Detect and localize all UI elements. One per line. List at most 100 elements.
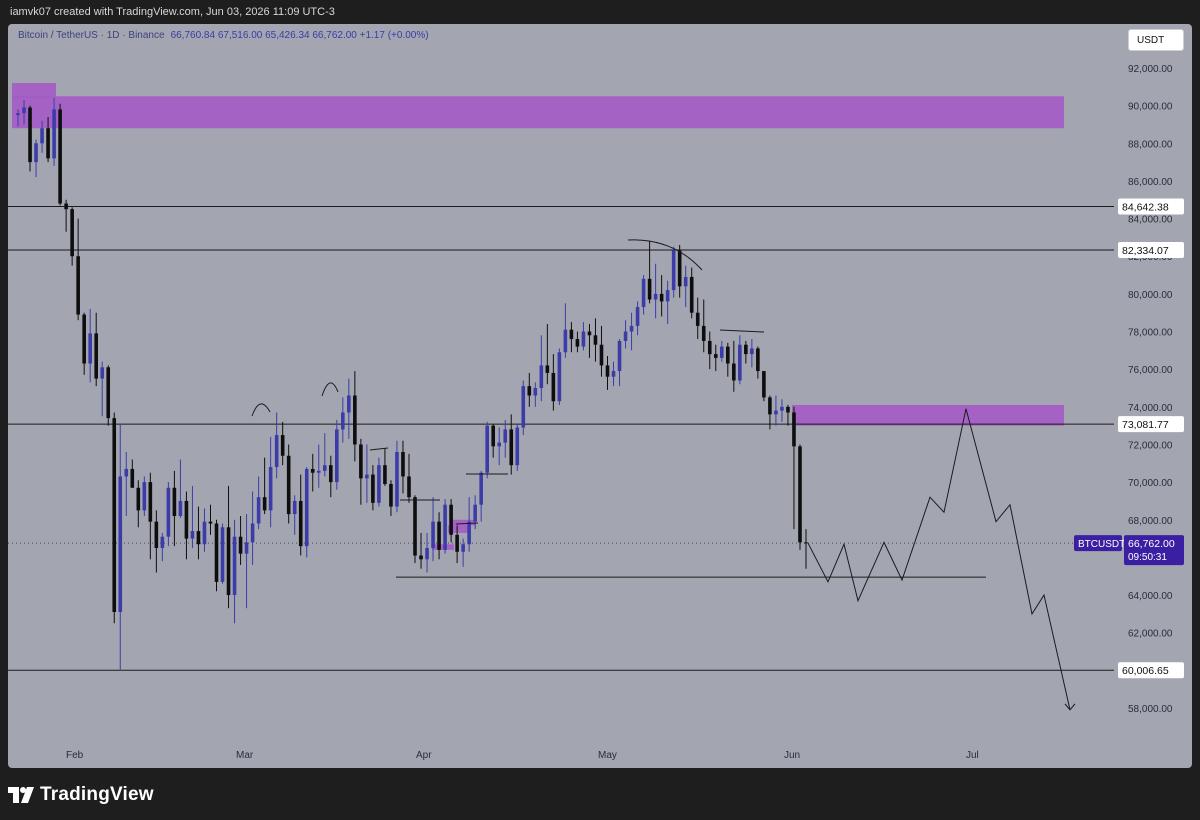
candle-body — [328, 465, 333, 483]
creator-caption: iamvk07 created with TradingView.com, Ju… — [10, 6, 335, 18]
candle-body — [124, 468, 129, 477]
candle-body — [88, 333, 92, 364]
drawn-annotation — [251, 403, 271, 417]
candle-body — [419, 555, 423, 560]
y-tick-label: 78,000.00 — [1128, 328, 1173, 339]
y-tick-label: 64,000.00 — [1128, 591, 1173, 602]
candle-body — [539, 365, 544, 388]
candle-body — [641, 278, 646, 308]
candle-body — [401, 452, 405, 477]
candle-body — [605, 365, 610, 377]
tradingview-logo-icon — [8, 787, 34, 803]
y-tick-label: 58,000.00 — [1128, 704, 1173, 715]
level-price-label: 60,006.65 — [1122, 665, 1169, 677]
candle-body — [347, 395, 351, 413]
x-tick-label: May — [598, 750, 617, 761]
candle-body — [677, 250, 682, 287]
candle-body — [232, 536, 237, 596]
y-tick-label: 86,000.00 — [1128, 177, 1173, 188]
level-price-label: 82,334.07 — [1122, 245, 1169, 257]
candle-body — [220, 527, 225, 582]
candle-body — [756, 348, 760, 372]
candle-body — [383, 465, 387, 484]
candle-body — [431, 521, 435, 548]
candle-body — [208, 521, 213, 524]
candle-body — [792, 412, 796, 447]
candle-body — [689, 276, 694, 313]
tradingview-wordmark: TradingView — [40, 784, 154, 805]
candle-body — [298, 500, 303, 547]
candle-body — [377, 465, 381, 503]
candle-body — [353, 395, 357, 445]
candle-body — [581, 331, 586, 347]
candle-body — [521, 386, 526, 428]
candle-body — [172, 487, 177, 516]
candle-body — [449, 504, 453, 535]
candle-body — [335, 429, 339, 483]
candle-body — [798, 446, 802, 543]
candle-body — [617, 340, 622, 372]
ohlc-values: 66,760.84 67,516.00 65,426.34 66,762.00 … — [170, 30, 429, 41]
level-price-label: 73,081.77 — [1122, 419, 1169, 431]
candle-body — [100, 367, 105, 379]
candle-body — [76, 256, 80, 315]
drawn-annotation — [719, 329, 765, 333]
candle-body — [365, 474, 369, 479]
candle-body — [701, 325, 706, 341]
candle-body — [413, 497, 417, 556]
candle-body — [64, 203, 68, 210]
candle-body — [226, 527, 231, 596]
candle-body — [250, 523, 255, 543]
chart-panel[interactable]: 58,000.0060,000.0062,000.0064,000.0066,0… — [8, 24, 1192, 768]
candle-body — [569, 329, 574, 340]
candle-body — [707, 340, 712, 355]
candle-body — [455, 534, 459, 552]
candle-body — [575, 339, 580, 347]
candle-body — [671, 250, 676, 291]
supply-demand-zone — [450, 519, 476, 526]
candle-body — [461, 544, 465, 552]
candle-body — [359, 444, 363, 479]
candle-body — [202, 521, 207, 545]
candle-body — [786, 406, 790, 413]
supply-demand-zone — [12, 83, 56, 99]
currency-button[interactable]: USDT — [1128, 29, 1184, 51]
candle-body — [322, 465, 327, 471]
symbol-legend: Bitcoin / TetherUS · 1D · Binance 66,760.… — [18, 30, 429, 41]
candle-body — [551, 372, 556, 402]
candle-body — [557, 352, 562, 402]
y-tick-label: 92,000.00 — [1128, 64, 1173, 75]
candle-body — [485, 425, 489, 473]
price-chart[interactable]: 58,000.0060,000.0062,000.0064,000.0066,0… — [8, 24, 1192, 768]
candle-body — [274, 435, 279, 468]
symbol-name: Bitcoin / TetherUS · 1D · Binance — [18, 30, 165, 41]
footer-brand: TradingView — [8, 780, 154, 810]
candle-body — [563, 329, 568, 353]
level-price-label: 84,642.38 — [1122, 201, 1169, 213]
y-tick-label: 70,000.00 — [1128, 478, 1173, 489]
candle-body — [262, 497, 267, 511]
candle-body — [653, 293, 658, 300]
candle-body — [94, 333, 99, 379]
top-caption-bar: iamvk07 created with TradingView.com, Ju… — [0, 0, 1200, 24]
candle-body — [491, 425, 496, 447]
candle-body — [389, 484, 393, 507]
candle-body — [304, 468, 309, 547]
candle-body — [503, 429, 508, 443]
candle-body — [635, 307, 640, 326]
candle-body — [407, 476, 411, 498]
candle-body — [280, 435, 285, 456]
candle-body — [647, 278, 652, 300]
candle-body — [738, 344, 742, 381]
candle-body — [611, 371, 616, 377]
candle-body — [136, 487, 141, 511]
candle-body — [683, 276, 688, 287]
candle-body — [292, 500, 297, 515]
drawn-annotation — [627, 239, 703, 271]
candle-body — [160, 536, 165, 548]
candle-body — [142, 482, 147, 511]
candle-body — [196, 531, 201, 545]
y-tick-label: 90,000.00 — [1128, 102, 1173, 113]
candle-body — [804, 542, 808, 544]
x-tick-label: Apr — [416, 750, 432, 761]
